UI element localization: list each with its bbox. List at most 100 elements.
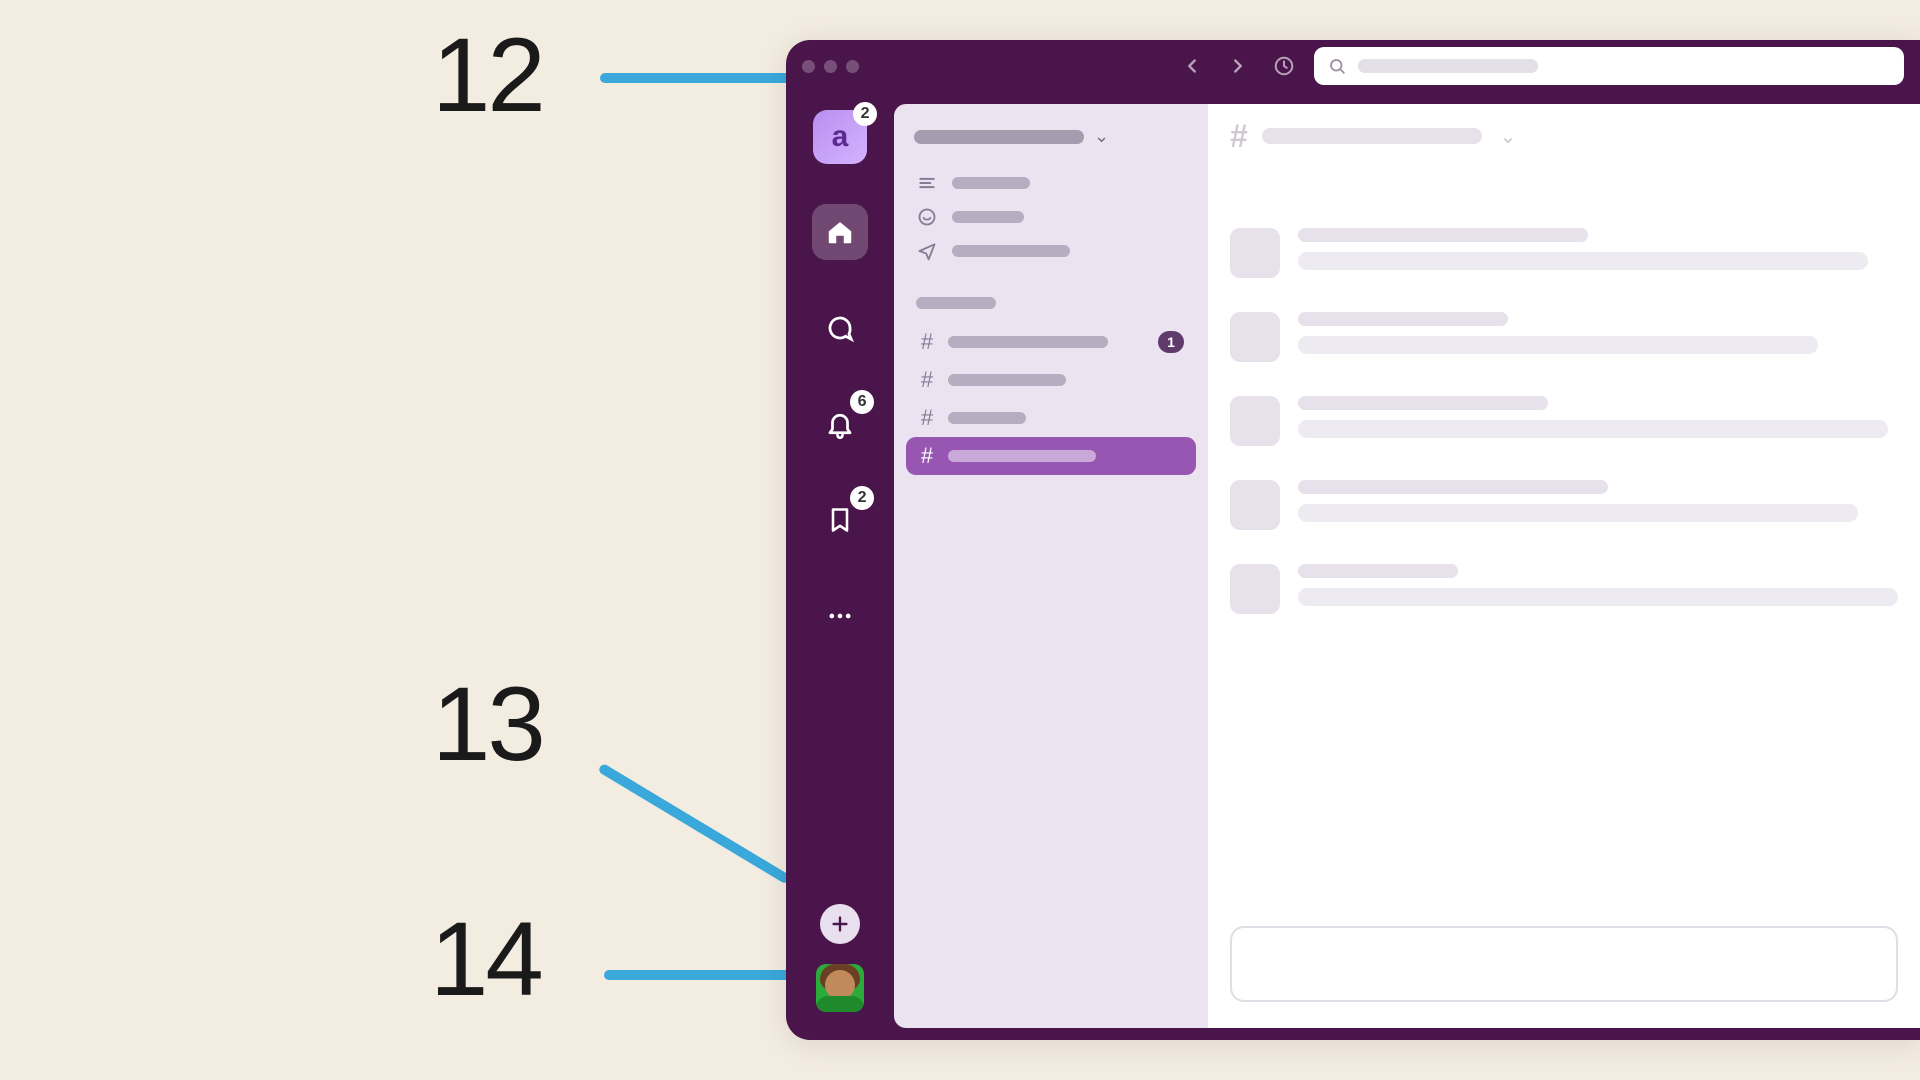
activity-badge: 6 [850,390,874,414]
rail-more[interactable] [812,588,868,644]
message-composer[interactable] [1230,926,1898,1002]
sidebar-item-label [952,211,1024,223]
channel-item[interactable]: # [906,361,1196,399]
window-controls[interactable] [802,60,859,73]
channel-name-placeholder [948,450,1096,462]
chevron-right-icon [1227,55,1249,77]
thread-icon [916,207,938,227]
search-bar[interactable] [1314,47,1904,85]
workspace-sidebar: ⌄ [894,104,1208,1028]
history-button[interactable] [1268,50,1300,82]
message-body [1298,396,1898,446]
lines-icon [916,173,938,193]
rail-home[interactable] [812,204,868,260]
rail-dms[interactable] [812,300,868,356]
callout-12-number: 12 [432,16,543,136]
channel-title-placeholder [1262,128,1482,144]
message-header-placeholder [1298,312,1508,326]
channel-name-placeholder [948,336,1108,348]
chevron-left-icon [1181,55,1203,77]
traffic-dot[interactable] [802,60,815,73]
rail-later[interactable]: 2 [812,492,868,548]
channel-item-active[interactable]: # [906,437,1196,475]
callout-13-number: 13 [432,665,543,785]
channel-item[interactable]: # [906,399,1196,437]
message-header-placeholder [1298,564,1458,578]
title-bar [786,40,1920,92]
chevron-down-icon: ⌄ [1094,126,1109,147]
add-button[interactable] [820,904,860,944]
message-text-placeholder [1298,252,1868,270]
avatar-shirt [816,996,864,1012]
hash-icon: # [1230,118,1248,155]
callout-13-line [597,763,791,885]
message-body [1298,228,1898,278]
message-header-placeholder [1298,480,1608,494]
history-forward-button[interactable] [1222,50,1254,82]
traffic-dot[interactable] [824,60,837,73]
history-back-button[interactable] [1176,50,1208,82]
message-item [1230,228,1898,278]
channel-item[interactable]: # 1 [906,323,1196,361]
search-icon [1328,57,1346,75]
workspace-unread-badge: 2 [853,102,877,126]
message-avatar[interactable] [1230,396,1280,446]
plus-icon [829,913,851,935]
hash-icon: # [918,405,936,431]
rail-activity[interactable]: 6 [812,396,868,452]
sidebar-item-mentions[interactable] [916,207,1186,227]
more-icon [826,602,854,630]
sidebar-item-label [952,177,1030,189]
message-text-placeholder [1298,420,1888,438]
bell-icon [825,409,855,439]
later-badge: 2 [850,486,874,510]
conversation-pane: # ⌄ [1208,104,1920,1028]
message-avatar[interactable] [1230,480,1280,530]
search-placeholder [1358,59,1538,73]
message-text-placeholder [1298,336,1818,354]
message-header-placeholder [1298,396,1548,410]
channel-name-placeholder [948,374,1066,386]
message-avatar[interactable] [1230,564,1280,614]
channel-name-placeholder [948,412,1026,424]
nav-rail: a 2 6 2 [786,92,894,1040]
chevron-down-icon: ⌄ [1500,124,1517,149]
message-item [1230,480,1898,530]
hash-icon: # [918,329,936,355]
workspace-name-placeholder [914,130,1084,144]
sidebar-item-drafts[interactable] [916,241,1186,261]
unread-badge: 1 [1158,331,1184,353]
hash-icon: # [918,367,936,393]
message-item [1230,564,1898,614]
workspace-letter: a [832,120,849,154]
message-avatar[interactable] [1230,312,1280,362]
message-body [1298,312,1898,362]
channels-section-label[interactable] [916,297,996,309]
bookmark-icon [826,506,854,534]
app-body: a 2 6 2 [786,92,1920,1040]
app-window: a 2 6 2 [786,40,1920,1040]
channel-header[interactable]: # ⌄ [1208,104,1920,168]
message-text-placeholder [1298,504,1858,522]
workspace-switcher[interactable]: a 2 [813,110,867,164]
hash-icon: # [918,443,936,469]
clock-icon [1273,55,1295,77]
sidebar-item-threads[interactable] [916,173,1186,193]
message-body [1298,564,1898,614]
sidebar-item-label [952,245,1070,257]
callout-14-line [604,970,804,980]
message-header-placeholder [1298,228,1588,242]
channel-list: # 1 # # # [906,323,1196,475]
callout-14-number: 14 [430,900,541,1020]
workspace-header[interactable]: ⌄ [906,120,1196,161]
message-list[interactable] [1208,168,1920,912]
home-icon [825,217,855,247]
send-icon [916,241,938,261]
profile-avatar[interactable] [816,964,864,1012]
traffic-dot[interactable] [846,60,859,73]
rail-bottom [816,904,864,1040]
message-body [1298,480,1898,530]
message-item [1230,396,1898,446]
dm-icon [825,313,855,343]
message-avatar[interactable] [1230,228,1280,278]
